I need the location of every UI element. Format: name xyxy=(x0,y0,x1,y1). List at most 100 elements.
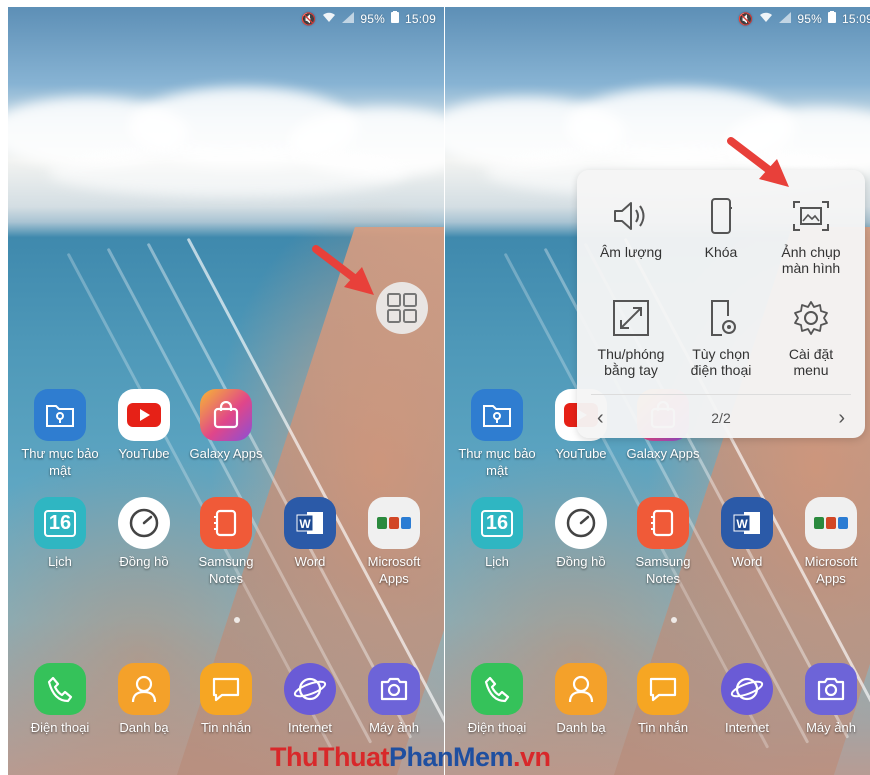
calendar-day: 16 xyxy=(43,509,77,537)
menu-item-label-line1: Cài đặt xyxy=(788,346,834,362)
app-camera[interactable]: Máy ảnh xyxy=(354,663,434,736)
app-microsoft-apps[interactable]: Microsoft Apps xyxy=(791,497,870,587)
app-label: YouTube xyxy=(118,446,170,461)
menu-item-label-line1: Thu/phóng xyxy=(597,346,665,362)
app-label: Word xyxy=(731,554,763,569)
app-label: Lịch xyxy=(48,554,72,569)
home-screen-left: 🔇 95% 15:09 Thư mục bảo mật YouTube Gala… xyxy=(8,7,444,775)
app-camera[interactable]: Máy ảnh xyxy=(791,663,870,736)
app-secure-folder[interactable]: Thư mục bảo mật xyxy=(457,389,537,479)
app-label: Internet xyxy=(287,720,333,735)
menu-item-screenshot[interactable]: Ảnh chụp màn hình xyxy=(763,198,859,276)
notes-icon xyxy=(637,497,689,549)
menu-item-phone-options[interactable]: Tùy chọn điện thoại xyxy=(673,300,769,378)
next-page-button[interactable]: › xyxy=(838,407,845,430)
phone-icon xyxy=(34,663,86,715)
menu-item-label-line2: điện thoại xyxy=(690,362,752,378)
clock-time: 15:09 xyxy=(404,11,436,26)
app-label: Thư mục bảo mật xyxy=(458,446,536,478)
app-label: Đồng hồ xyxy=(556,554,606,569)
app-label: Galaxy Apps xyxy=(626,446,700,461)
status-bar: 🔇 95% 15:09 xyxy=(301,11,436,26)
app-internet[interactable]: Internet xyxy=(707,663,787,736)
messages-icon xyxy=(200,663,252,715)
app-samsung-notes[interactable]: Samsung Notes xyxy=(186,497,266,587)
app-label: Thư mục bảo mật xyxy=(21,446,99,478)
app-label: Máy ảnh xyxy=(806,720,856,735)
screenshot-icon xyxy=(793,201,829,231)
svg-text:W: W xyxy=(736,517,748,531)
app-microsoft-apps[interactable]: Microsoft Apps xyxy=(354,497,434,587)
internet-icon xyxy=(284,663,336,715)
watermark-part3: .vn xyxy=(513,742,551,772)
prev-page-button[interactable]: ‹ xyxy=(597,407,604,430)
app-label: Máy ảnh xyxy=(369,720,419,735)
app-messages[interactable]: Tin nhắn xyxy=(623,663,703,736)
messages-icon xyxy=(637,663,689,715)
clock-time: 15:09 xyxy=(841,11,870,26)
calendar-icon: 16 xyxy=(471,497,523,549)
internet-icon xyxy=(721,663,773,715)
mute-icon: 🔇 xyxy=(301,11,317,26)
word-icon: W xyxy=(721,497,773,549)
red-arrow-icon xyxy=(727,137,789,187)
youtube-icon xyxy=(118,389,170,441)
watermark-part1: ThuThuat xyxy=(270,742,389,772)
grid-icon xyxy=(387,293,417,323)
app-contacts[interactable]: Danh bạ xyxy=(541,663,621,736)
cloud xyxy=(48,147,408,197)
app-word[interactable]: W Word xyxy=(270,497,350,570)
clock-icon xyxy=(118,497,170,549)
app-calendar[interactable]: 16 Lịch xyxy=(20,497,100,570)
notes-icon xyxy=(200,497,252,549)
phone-icon xyxy=(471,663,523,715)
app-clock[interactable]: Đồng hồ xyxy=(104,497,184,570)
app-secure-folder[interactable]: Thư mục bảo mật xyxy=(20,389,100,479)
assistant-menu-panel: Âm lượng Khóa Ảnh chụp màn hình Thu/phón… xyxy=(577,170,865,438)
app-label: Galaxy Apps xyxy=(189,446,263,461)
signal-icon xyxy=(779,11,792,26)
svg-text:W: W xyxy=(299,517,311,531)
menu-divider xyxy=(591,394,851,395)
app-clock[interactable]: Đồng hồ xyxy=(541,497,621,570)
menu-item-label-line1: Tùy chọn xyxy=(692,346,750,362)
lock-phone-icon xyxy=(711,198,732,234)
app-label: Tin nhắn xyxy=(200,720,252,735)
menu-item-volume[interactable]: Âm lượng xyxy=(583,198,679,260)
wifi-icon xyxy=(322,12,336,26)
app-label: Microsoft Apps xyxy=(804,554,858,586)
calendar-icon: 16 xyxy=(34,497,86,549)
app-phone[interactable]: Điện thoại xyxy=(457,663,537,736)
calendar-day: 16 xyxy=(480,509,514,537)
app-youtube[interactable]: YouTube xyxy=(104,389,184,462)
galaxy-apps-icon xyxy=(200,389,252,441)
volume-icon xyxy=(614,202,645,230)
signal-icon xyxy=(342,11,355,26)
app-messages[interactable]: Tin nhắn xyxy=(186,663,266,736)
app-label: Điện thoại xyxy=(467,720,527,735)
menu-item-menu-settings[interactable]: Cài đặt menu xyxy=(763,300,859,378)
secure-folder-icon xyxy=(471,389,523,441)
word-icon: W xyxy=(284,497,336,549)
clock-icon xyxy=(555,497,607,549)
app-label: Lịch xyxy=(485,554,509,569)
app-phone[interactable]: Điện thoại xyxy=(20,663,100,736)
page-indicator xyxy=(671,617,677,623)
app-label: Đồng hồ xyxy=(119,554,169,569)
menu-item-lock[interactable]: Khóa xyxy=(673,198,769,260)
gear-icon xyxy=(794,301,828,335)
app-label: Tin nhắn xyxy=(637,720,689,735)
app-contacts[interactable]: Danh bạ xyxy=(104,663,184,736)
app-calendar[interactable]: 16 Lịch xyxy=(457,497,537,570)
app-internet[interactable]: Internet xyxy=(270,663,350,736)
secure-folder-icon xyxy=(34,389,86,441)
app-samsung-notes[interactable]: Samsung Notes xyxy=(623,497,703,587)
phone-settings-icon xyxy=(711,300,736,336)
app-word[interactable]: W Word xyxy=(707,497,787,570)
site-watermark: ThuThuatPhanMem.vn xyxy=(270,742,551,773)
assistant-menu-button[interactable] xyxy=(376,282,428,334)
menu-item-zoom[interactable]: Thu/phóng bằng tay xyxy=(583,300,679,378)
red-arrow-icon xyxy=(312,245,374,295)
app-galaxy-apps[interactable]: Galaxy Apps xyxy=(186,389,266,462)
zoom-icon xyxy=(613,300,649,336)
